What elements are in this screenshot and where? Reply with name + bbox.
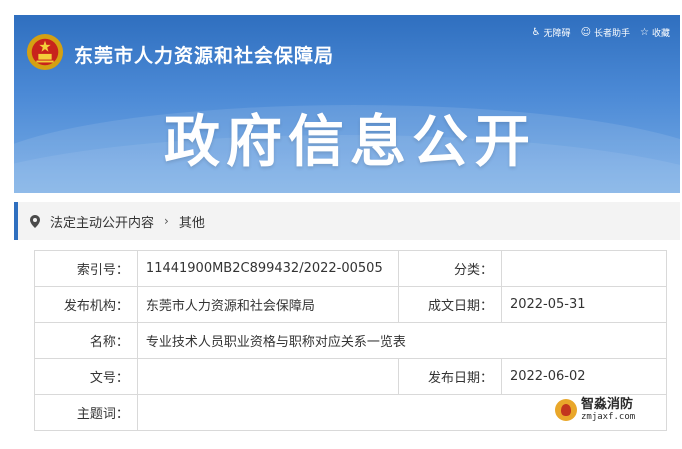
- header-banner: 东莞市人力资源和社会保障局 ♿ 无障碍 ☺ 长者助手 ☆ 收藏 政府信息公开: [14, 15, 680, 193]
- table-row: 文号： 发布日期： 2022-06-02: [34, 358, 668, 395]
- doc-no-value: [136, 358, 400, 395]
- index-label: 索引号：: [34, 250, 138, 287]
- table-row: 名称： 专业技术人员职业资格与职称对应关系一览表: [34, 322, 668, 359]
- table-row: 发布机构： 东莞市人力资源和社会保障局 成文日期： 2022-05-31: [34, 286, 668, 323]
- name-value: 专业技术人员职业资格与职称对应关系一览表: [136, 322, 668, 359]
- breadcrumb-item-public-content[interactable]: 法定主动公开内容: [50, 212, 154, 231]
- breadcrumb: 法定主动公开内容 › 其他: [14, 202, 680, 240]
- watermark: 智淼消防 zmjaxf.com: [555, 398, 635, 422]
- favorite-button[interactable]: ☆ 收藏: [640, 26, 670, 39]
- elder-helper-button[interactable]: ☺ 长者助手: [581, 26, 630, 39]
- accessibility-icon: ♿: [531, 27, 541, 38]
- page-title: 政府信息公开: [164, 110, 536, 175]
- accessibility-button[interactable]: ♿ 无障碍: [532, 26, 571, 39]
- category-label: 分类：: [398, 250, 502, 287]
- chevron-right-icon: ›: [164, 214, 169, 228]
- doc-no-label: 文号：: [34, 358, 138, 395]
- watermark-name: 智淼消防: [581, 397, 634, 412]
- written-date-label: 成文日期：: [398, 286, 502, 323]
- index-value: 11441900MB2C899432/2022-00505: [136, 250, 400, 287]
- location-pin-icon: [30, 214, 40, 228]
- accessibility-label: 无障碍: [543, 29, 571, 39]
- elder-helper-label: 长者助手: [594, 29, 631, 39]
- favorite-label: 收藏: [651, 29, 670, 39]
- issuer-value: 东莞市人力资源和社会保障局: [136, 286, 400, 323]
- breadcrumb-accent-bar: [14, 202, 18, 240]
- breadcrumb-item-other[interactable]: 其他: [179, 212, 205, 231]
- elder-helper-icon: ☺: [580, 27, 591, 38]
- written-date-value: 2022-05-31: [500, 286, 668, 323]
- org-name[interactable]: 东莞市人力资源和社会保障局: [74, 41, 334, 68]
- category-value: [500, 250, 668, 287]
- national-emblem-icon: [26, 33, 64, 71]
- publish-date-value: 2022-06-02: [500, 358, 668, 395]
- publish-date-label: 发布日期：: [398, 358, 502, 395]
- star-icon: ☆: [640, 27, 649, 38]
- issuer-label: 发布机构：: [34, 286, 138, 323]
- subject-label: 主题词：: [34, 394, 138, 431]
- name-label: 名称：: [34, 322, 138, 359]
- header-toolbar: ♿ 无障碍 ☺ 长者助手 ☆ 收藏: [532, 26, 670, 39]
- watermark-domain: zmjaxf.com: [581, 412, 636, 422]
- table-row: 索引号： 11441900MB2C899432/2022-00505 分类：: [34, 250, 668, 287]
- fire-logo-icon: [555, 399, 577, 421]
